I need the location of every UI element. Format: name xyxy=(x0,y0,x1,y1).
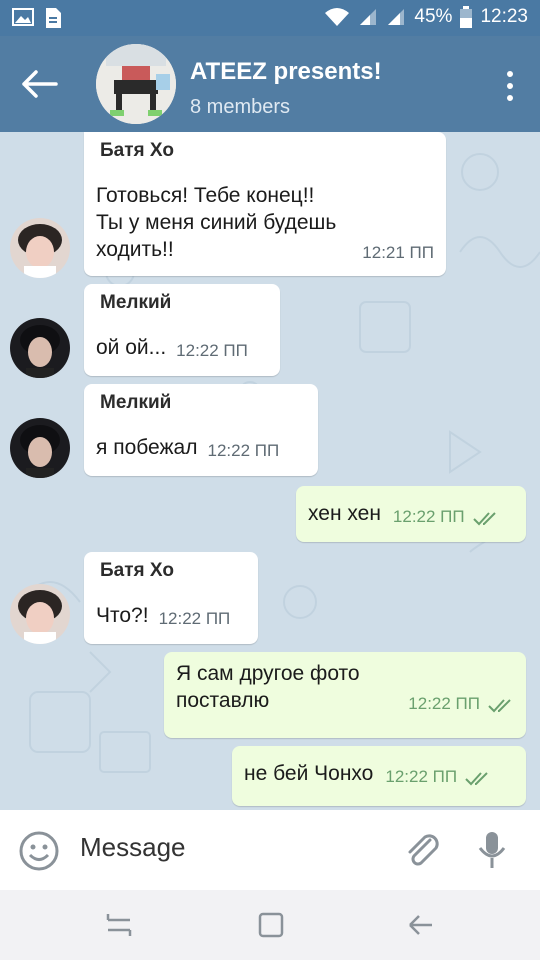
message-time: 12:22 ПП xyxy=(207,441,280,460)
message-sender: Мелкий xyxy=(100,392,172,413)
avatar[interactable] xyxy=(10,418,70,478)
double-check-icon xyxy=(472,512,496,526)
message-sender: Батя Хо xyxy=(100,560,174,581)
group-avatar[interactable] xyxy=(96,44,176,124)
incoming-message-3[interactable]: Мелкий я побежал 12:22 ПП xyxy=(84,384,318,476)
message-text: хен хен xyxy=(308,502,381,525)
message-text-line: поставлю xyxy=(176,689,270,712)
wifi-icon xyxy=(325,8,350,26)
emoji-icon[interactable] xyxy=(18,830,60,872)
message-text-line: Я сам другое фото xyxy=(176,662,360,685)
chat-header: ATEEZ presents! 8 members xyxy=(0,36,540,132)
message-time: 12:22 ПП xyxy=(408,694,480,713)
message-time: 12:22 ПП xyxy=(392,507,465,526)
message-input[interactable]: Message xyxy=(80,832,186,863)
double-check-icon xyxy=(465,772,488,786)
chat-title[interactable]: ATEEZ presents! xyxy=(190,58,382,86)
avatar[interactable] xyxy=(10,218,70,278)
message-sender: Батя Хо xyxy=(100,140,174,161)
incoming-message-4[interactable]: Батя Хо Что?! 12:22 ПП xyxy=(84,552,258,644)
double-check-icon xyxy=(488,699,511,713)
message-text: Что?! xyxy=(96,604,149,627)
message-composer: Message xyxy=(0,810,540,890)
incoming-message-2[interactable]: Мелкий ой ой... 12:22 ПП xyxy=(84,284,280,376)
status-bar: 45% 12:23 xyxy=(0,0,540,36)
signal-icon-2 xyxy=(388,9,405,25)
recents-icon[interactable] xyxy=(104,910,134,940)
battery-percent: 45% xyxy=(414,6,453,27)
outgoing-message-2[interactable]: Я сам другое фото поставлю 12:22 ПП xyxy=(164,652,526,738)
back-arrow-icon[interactable] xyxy=(18,64,62,104)
message-text-line: Ты у меня синий будешь xyxy=(96,211,337,234)
message-time: 12:22 ПП xyxy=(385,767,458,786)
outgoing-message-3[interactable]: не бей Чонхо 12:22 ПП xyxy=(232,746,526,806)
gallery-icon xyxy=(12,8,34,26)
message-time: 12:22 ПП xyxy=(158,609,231,628)
message-text: я побежал xyxy=(96,436,198,459)
mic-icon[interactable] xyxy=(472,828,512,872)
android-nav-bar xyxy=(0,890,540,960)
outgoing-message-1[interactable]: хен хен 12:22 ПП xyxy=(296,486,526,542)
message-text: ой ой... xyxy=(96,336,167,359)
avatar[interactable] xyxy=(10,584,70,644)
document-icon xyxy=(46,8,61,28)
clock: 12:23 xyxy=(480,6,528,27)
back-nav-icon[interactable] xyxy=(406,910,436,940)
avatar[interactable] xyxy=(10,318,70,378)
signal-icon xyxy=(360,9,377,25)
chat-subtitle: 8 members xyxy=(190,96,291,118)
message-text-line: Готовься! Тебе конец!! xyxy=(96,184,315,207)
more-vert-icon[interactable] xyxy=(502,66,518,106)
message-time: 12:22 ПП xyxy=(176,341,248,360)
message-text-line: ходить!! xyxy=(96,238,174,261)
message-text: не бей Чонхо xyxy=(244,762,374,785)
home-icon[interactable] xyxy=(256,910,286,940)
attach-icon[interactable] xyxy=(400,828,444,872)
message-sender: Мелкий xyxy=(100,292,172,313)
battery-icon xyxy=(460,6,473,28)
message-time: 12:21 ПП xyxy=(362,243,434,262)
incoming-message-1[interactable]: Батя Хо Готовься! Тебе конец!! Ты у меня… xyxy=(84,132,446,276)
message-list[interactable]: Батя Хо Готовься! Тебе конец!! Ты у меня… xyxy=(0,132,540,810)
